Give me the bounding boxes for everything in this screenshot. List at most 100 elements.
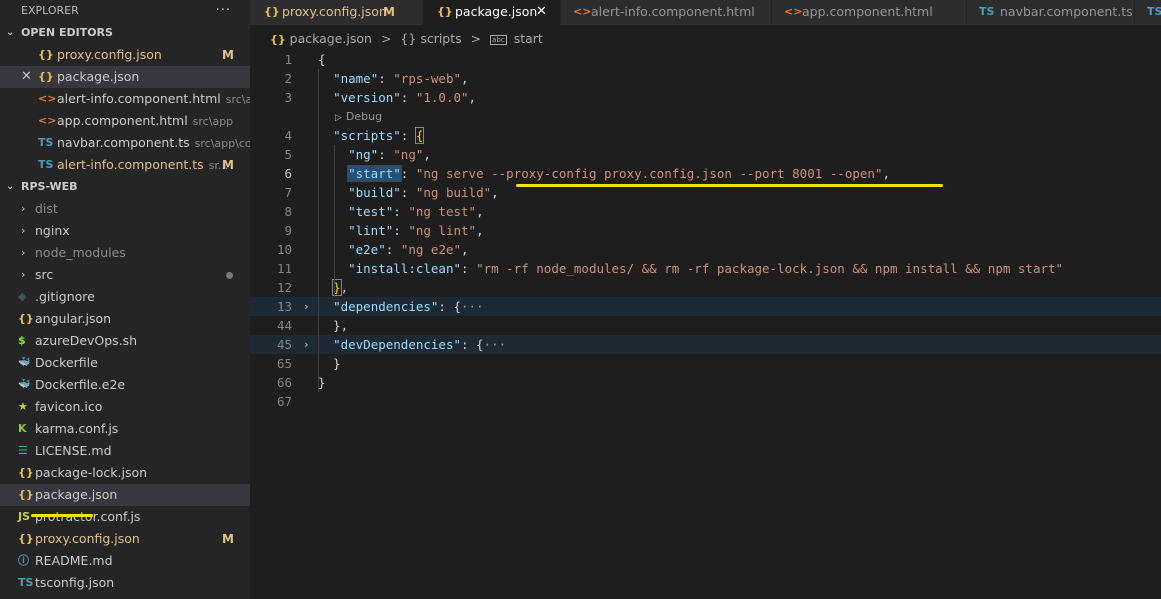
tab-alert-info-component-html[interactable]: <> alert-info.component.html [561, 0, 772, 25]
highlight-annotation [31, 514, 93, 517]
json-file-icon: {} [270, 33, 286, 46]
chevron-right-icon: › [21, 268, 26, 281]
chevron-right-icon: › [21, 202, 26, 215]
code-token: : [378, 71, 394, 86]
open-editor-item[interactable]: <>alert-info.component.htmlsrc\a... [0, 88, 250, 110]
code-token: , [423, 147, 431, 162]
tab-label: app.component.html [802, 4, 933, 19]
folder-item[interactable]: › src [0, 264, 250, 286]
file-item[interactable]: 🐳 Dockerfile.e2e [0, 374, 250, 396]
code-text: "lint": "ng lint", [318, 221, 484, 240]
code-token: "ng e2e" [400, 242, 462, 257]
code-line: 13 › "dependencies": {··· [250, 297, 1161, 316]
file-item[interactable]: ★ favicon.ico [0, 396, 250, 418]
explorer-sidebar: EXPLORER ··· ⌄ OPEN EDITORS {} proxy.conf… [0, 0, 250, 599]
open-editor-path: src\app [192, 115, 234, 128]
code-token: , [476, 223, 484, 238]
open-editors-section[interactable]: ⌄ OPEN EDITORS [0, 22, 250, 44]
markdown-file-icon: ☰ [18, 444, 28, 457]
tab-package-json[interactable]: {} package.json ✕ [423, 0, 561, 25]
project-section[interactable]: ⌄ RPS-WEB [0, 176, 250, 198]
play-icon: ▷ [335, 113, 342, 123]
code-token: "lint" [348, 223, 394, 238]
folder-item[interactable]: › dist [0, 198, 250, 220]
file-item[interactable]: Kkarma.conf.js [0, 418, 250, 440]
open-editor-label: navbar.component.tssrc\app\co... [57, 132, 250, 155]
shell-file-icon: $ [18, 334, 26, 347]
file-item[interactable]: TS tsconfig.json [0, 572, 250, 594]
code-line: 8 "test": "ng test", [250, 202, 1161, 221]
file-item[interactable]: {} package.json [0, 484, 250, 506]
breadcrumb-separator: > [380, 31, 392, 46]
explorer-title: EXPLORER [21, 4, 79, 17]
code-token: : [400, 166, 416, 181]
json-file-icon: {} [38, 48, 54, 61]
code-line: 4 "scripts": { [250, 126, 1161, 145]
file-item[interactable]: {} package-lock.json [0, 462, 250, 484]
code-line: 44 }, [250, 316, 1161, 335]
line-number: 67 [276, 394, 292, 409]
open-editor-path: src\a... [225, 93, 250, 106]
code-token: "dependencies" [333, 299, 439, 314]
debug-codelens[interactable]: ▷ Debug [335, 107, 382, 126]
open-editor-item[interactable]: TS alert-info.component.ts sr... M [0, 154, 250, 176]
typescript-file-icon: TS [1147, 5, 1161, 18]
close-icon[interactable]: ✕ [536, 0, 547, 24]
open-editor-item[interactable]: ✕ {} package.json [0, 66, 250, 88]
close-icon[interactable]: ✕ [21, 66, 32, 88]
tab-app-component-html[interactable]: <> app.component.html [772, 0, 967, 25]
code-token: , [340, 280, 349, 295]
breadcrumb-file[interactable]: package.json [290, 31, 372, 46]
debug-label: Debug [345, 110, 383, 123]
breadcrumb-start[interactable]: start [514, 31, 543, 46]
breadcrumb-scripts[interactable]: scripts [420, 31, 461, 46]
file-label: .gitignore [35, 289, 95, 304]
folded-ellipsis[interactable]: ··· [484, 337, 507, 352]
open-editor-item[interactable]: <> app.component.html src\app [0, 110, 250, 132]
code-line: 6 "start": "ng serve --proxy-config prox… [250, 164, 1161, 183]
modified-dot-icon [226, 272, 233, 279]
code-token: , [461, 242, 469, 257]
chevron-right-icon[interactable]: › [303, 335, 310, 354]
file-item[interactable]: JS protractor.conf.js [0, 506, 250, 528]
typescript-file-icon: TS [18, 576, 34, 589]
file-label: package.json [35, 487, 118, 502]
file-item[interactable]: $ azureDevOps.sh [0, 330, 250, 352]
file-label: protractor.conf.js [35, 506, 140, 528]
folder-item[interactable]: › nginx [0, 220, 250, 242]
more-actions-icon[interactable]: ··· [216, 0, 231, 22]
code-line: 3 "version": "1.0.0", [250, 88, 1161, 107]
code-text: "build": "ng build", [318, 183, 499, 202]
code-token: }, [318, 318, 349, 333]
open-editor-item[interactable]: TSnavbar.component.tssrc\app\co... [0, 132, 250, 154]
folder-item[interactable]: › node_modules [0, 242, 250, 264]
open-editor-item[interactable]: {} proxy.config.json M [0, 44, 250, 66]
open-editor-label: package.json [57, 69, 140, 84]
chevron-right-icon[interactable]: › [303, 297, 310, 316]
code-token: , [476, 204, 484, 219]
folded-ellipsis[interactable]: ··· [461, 299, 484, 314]
code-text: { [318, 50, 326, 69]
code-token: : [400, 185, 416, 200]
modified-badge: M [222, 48, 234, 62]
file-item[interactable]: {} proxy.config.json M [0, 528, 250, 550]
file-label: Dockerfile.e2e [35, 377, 126, 392]
tab-overflow[interactable]: TS [1135, 0, 1161, 25]
open-editor-label: proxy.config.json [57, 47, 162, 62]
code-line: 9 "lint": "ng lint", [250, 221, 1161, 240]
tab-navbar-component-ts[interactable]: TS navbar.component.ts [967, 0, 1135, 25]
file-item[interactable]: ◆ .gitignore [0, 286, 250, 308]
file-item[interactable]: {} angular.json [0, 308, 250, 330]
tab-proxy-config-json[interactable]: {} proxy.config.json M [250, 0, 423, 25]
json-file-icon: {} [18, 312, 34, 325]
file-item[interactable]: 🐳 Dockerfile [0, 352, 250, 374]
json-file-icon: {} [18, 466, 34, 479]
indent-guide [318, 69, 319, 392]
code-token: : { [461, 337, 484, 352]
file-item[interactable]: ☰ LICENSE.md [0, 440, 250, 462]
editor-area: {} proxy.config.json M{} package.json ✕ <> ale… [250, 0, 1161, 599]
file-item[interactable]: ⓘ README.md [0, 550, 250, 572]
